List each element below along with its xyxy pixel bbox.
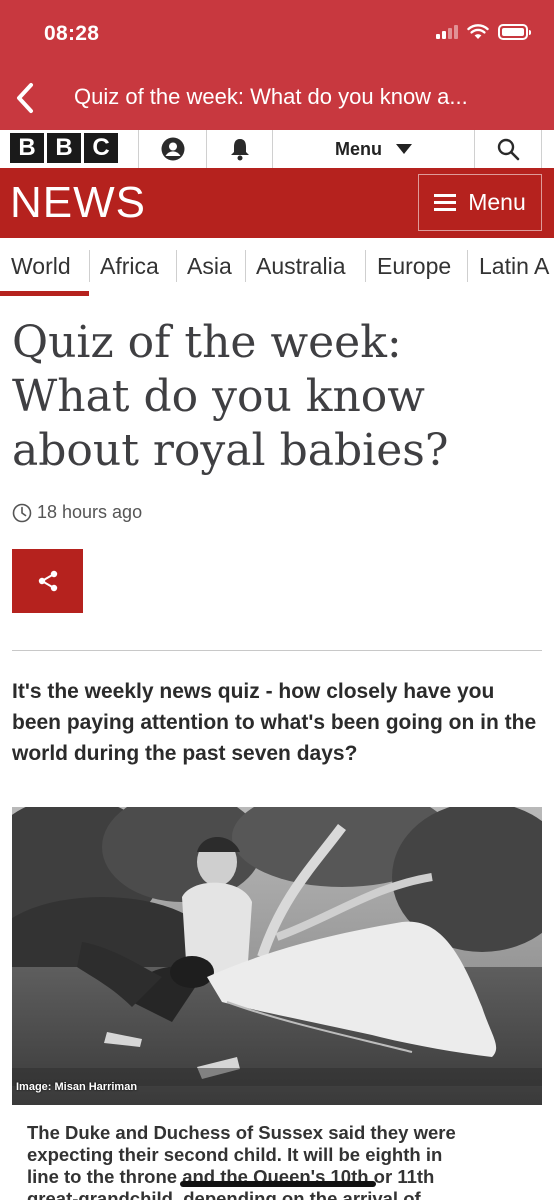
share-button[interactable]: [12, 549, 83, 613]
masthead-menu-label: Menu: [335, 138, 382, 159]
account-icon: [161, 137, 184, 161]
bbc-logo[interactable]: B B C: [10, 133, 118, 163]
image-caption: The Duke and Duchess of Sussex said they…: [27, 1122, 527, 1200]
caret-down-icon: [396, 144, 412, 154]
headline-line: about royal babies?: [12, 425, 449, 476]
nav-divider: [467, 250, 468, 282]
caption-line: great-grandchild, depending on the arriv…: [27, 1188, 421, 1200]
region-nav-item-europe[interactable]: Europe: [377, 253, 451, 280]
headline-line: What do you know: [12, 371, 425, 422]
headline-line: Quiz of the week:: [12, 317, 402, 368]
article-timestamp: 18 hours ago: [12, 502, 142, 523]
nav-divider: [365, 250, 366, 282]
app-header-title: Quiz of the week: What do you know a...: [74, 84, 468, 109]
bbc-logo-letter: C: [84, 133, 118, 163]
image-credit: Image: Misan Harriman: [16, 1081, 138, 1093]
notifications-button[interactable]: [206, 130, 272, 168]
nav-divider: [245, 250, 246, 282]
article-image[interactable]: Image: Misan Harriman: [12, 807, 542, 1105]
article-intro: It's the weekly news quiz - how closely …: [12, 680, 537, 765]
region-nav-item-africa[interactable]: Africa: [100, 253, 159, 280]
wifi-icon: [467, 24, 489, 39]
back-button[interactable]: [8, 78, 42, 118]
news-menu-button[interactable]: Menu: [418, 174, 542, 231]
app-header: 08:28 Quiz of the week: What do you know…: [0, 0, 554, 130]
caption-line: The Duke and Duchess of Sussex said they…: [27, 1122, 456, 1143]
region-nav: World Africa Asia Australia Europe Latin…: [0, 238, 554, 296]
account-button[interactable]: [138, 130, 206, 168]
status-time: 08:28: [44, 22, 100, 45]
article-divider: [12, 650, 542, 651]
bell-icon: [230, 139, 249, 161]
search-button[interactable]: [474, 130, 542, 168]
news-menu-label: Menu: [468, 189, 526, 215]
region-nav-item-world[interactable]: World: [11, 253, 71, 280]
bbc-logo-letter: B: [47, 133, 81, 163]
article-headline: Quiz of the week: What do you know about…: [12, 316, 542, 478]
region-nav-item-asia[interactable]: Asia: [187, 253, 232, 280]
home-indicator[interactable]: [180, 1181, 376, 1187]
photo-illustration: [12, 807, 542, 1105]
region-nav-item-latin-america[interactable]: Latin A: [479, 253, 549, 280]
nav-divider: [89, 250, 90, 282]
masthead-menu-button[interactable]: Menu: [272, 130, 474, 168]
news-banner: NEWS Menu: [0, 168, 554, 238]
status-icons: [436, 24, 531, 40]
caption-line: expecting their second child. It will be…: [27, 1144, 443, 1165]
timestamp-text: 18 hours ago: [37, 502, 143, 522]
region-nav-active-indicator: [0, 291, 89, 296]
clock-icon: [12, 503, 32, 522]
chevron-left-icon: [17, 83, 33, 113]
bbc-masthead: B B C Menu: [0, 130, 554, 168]
hamburger-icon: [434, 194, 457, 211]
bbc-logo-letter: B: [10, 133, 44, 163]
news-logo[interactable]: NEWS: [10, 178, 146, 228]
share-icon: [38, 570, 57, 592]
region-nav-item-australia[interactable]: Australia: [256, 253, 345, 280]
cellular-signal-icon: [436, 25, 458, 39]
search-icon: [497, 138, 520, 161]
battery-icon: [498, 24, 531, 40]
nav-divider: [176, 250, 177, 282]
